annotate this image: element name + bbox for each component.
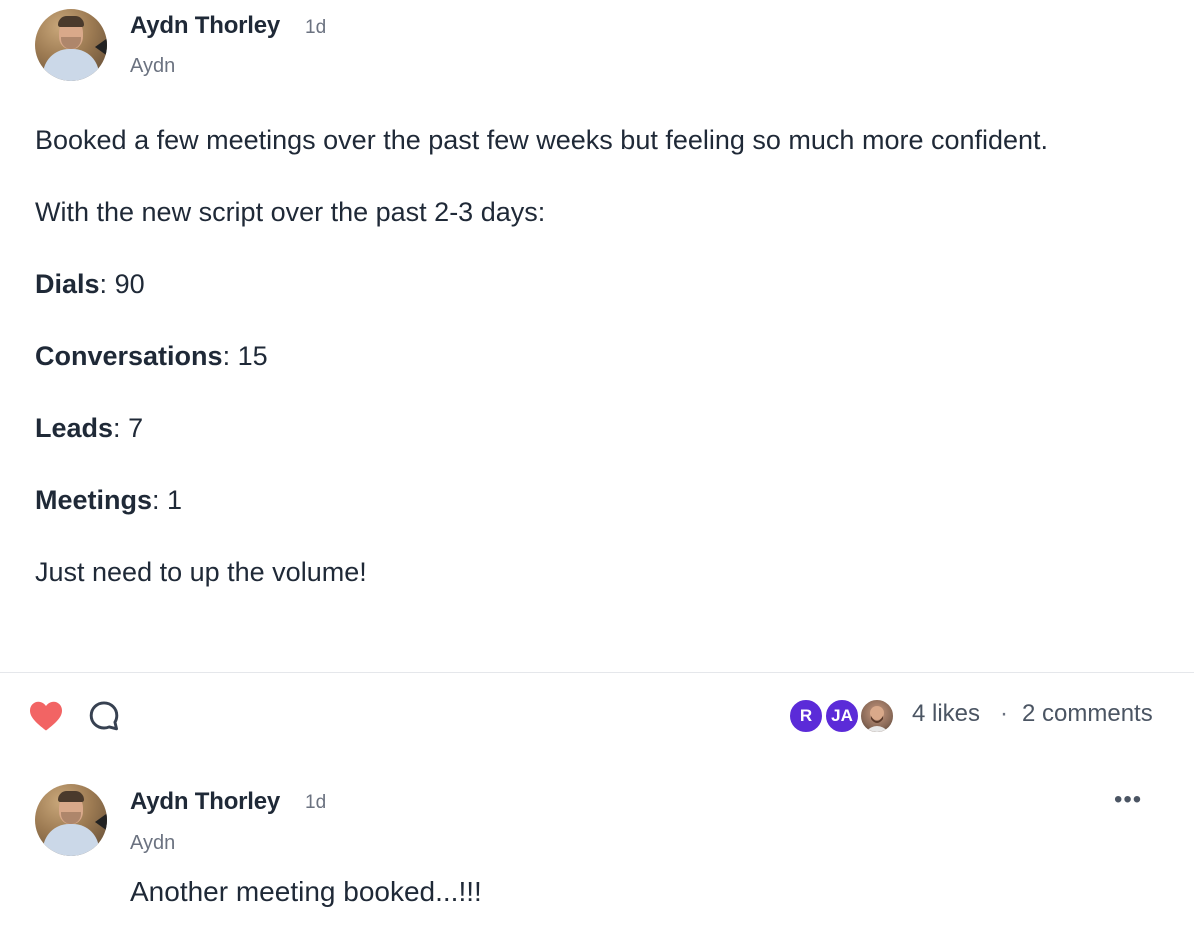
comments-count[interactable]: 2 comments [1022,700,1153,728]
post-intro: Booked a few meetings over the past few … [35,125,1049,155]
stat-meetings: Meetings: 1 [35,485,183,515]
comment-author-handle: Aydn [130,832,176,854]
stat-value: 90 [114,269,145,299]
comment-text: Another meeting booked...!!! [130,876,482,907]
author-handle: Aydn [130,55,176,77]
avatar [865,706,889,732]
more-horizontal-icon[interactable]: ••• [1114,786,1142,814]
stat-value: 7 [128,413,144,443]
post-time: 1d [305,17,327,38]
heart-icon [30,701,62,731]
post-script-line: With the new script over the past 2-3 da… [35,197,546,227]
likes-count[interactable]: 4 likes [912,700,980,728]
comment-author-avatar[interactable] [35,784,107,856]
comment-bubble-icon [89,701,119,731]
author-name[interactable]: Aydn Thorley [130,12,280,40]
count-separator: · [1000,700,1008,727]
stat-label: Dials [35,269,100,299]
post-closing: Just need to up the volume! [35,557,367,587]
post-body: Booked a few meetings over the past few … [35,118,1145,622]
feed-page: Aydn Thorley 1d Aydn Booked a few meetin… [0,0,1194,932]
like-button[interactable] [28,700,64,737]
stat-label: Conversations [35,341,223,371]
stat-conversations: Conversations: 15 [35,341,268,371]
author-avatar[interactable] [35,9,107,81]
stat-dials: Dials: 90 [35,269,145,299]
stat-label: Meetings [35,485,153,515]
stat-leads: Leads: 7 [35,413,144,443]
liker-avatar[interactable]: JA [824,698,860,734]
liker-avatar[interactable]: R [788,698,824,734]
divider [0,672,1194,673]
stat-value: 1 [167,485,183,515]
comment-time: 1d [305,792,327,813]
comment-author-name[interactable]: Aydn Thorley [130,788,280,816]
liker-avatar-photo[interactable] [859,698,895,734]
stat-label: Leads [35,413,114,443]
stat-value: 15 [237,341,268,371]
comment-button[interactable] [88,700,120,737]
